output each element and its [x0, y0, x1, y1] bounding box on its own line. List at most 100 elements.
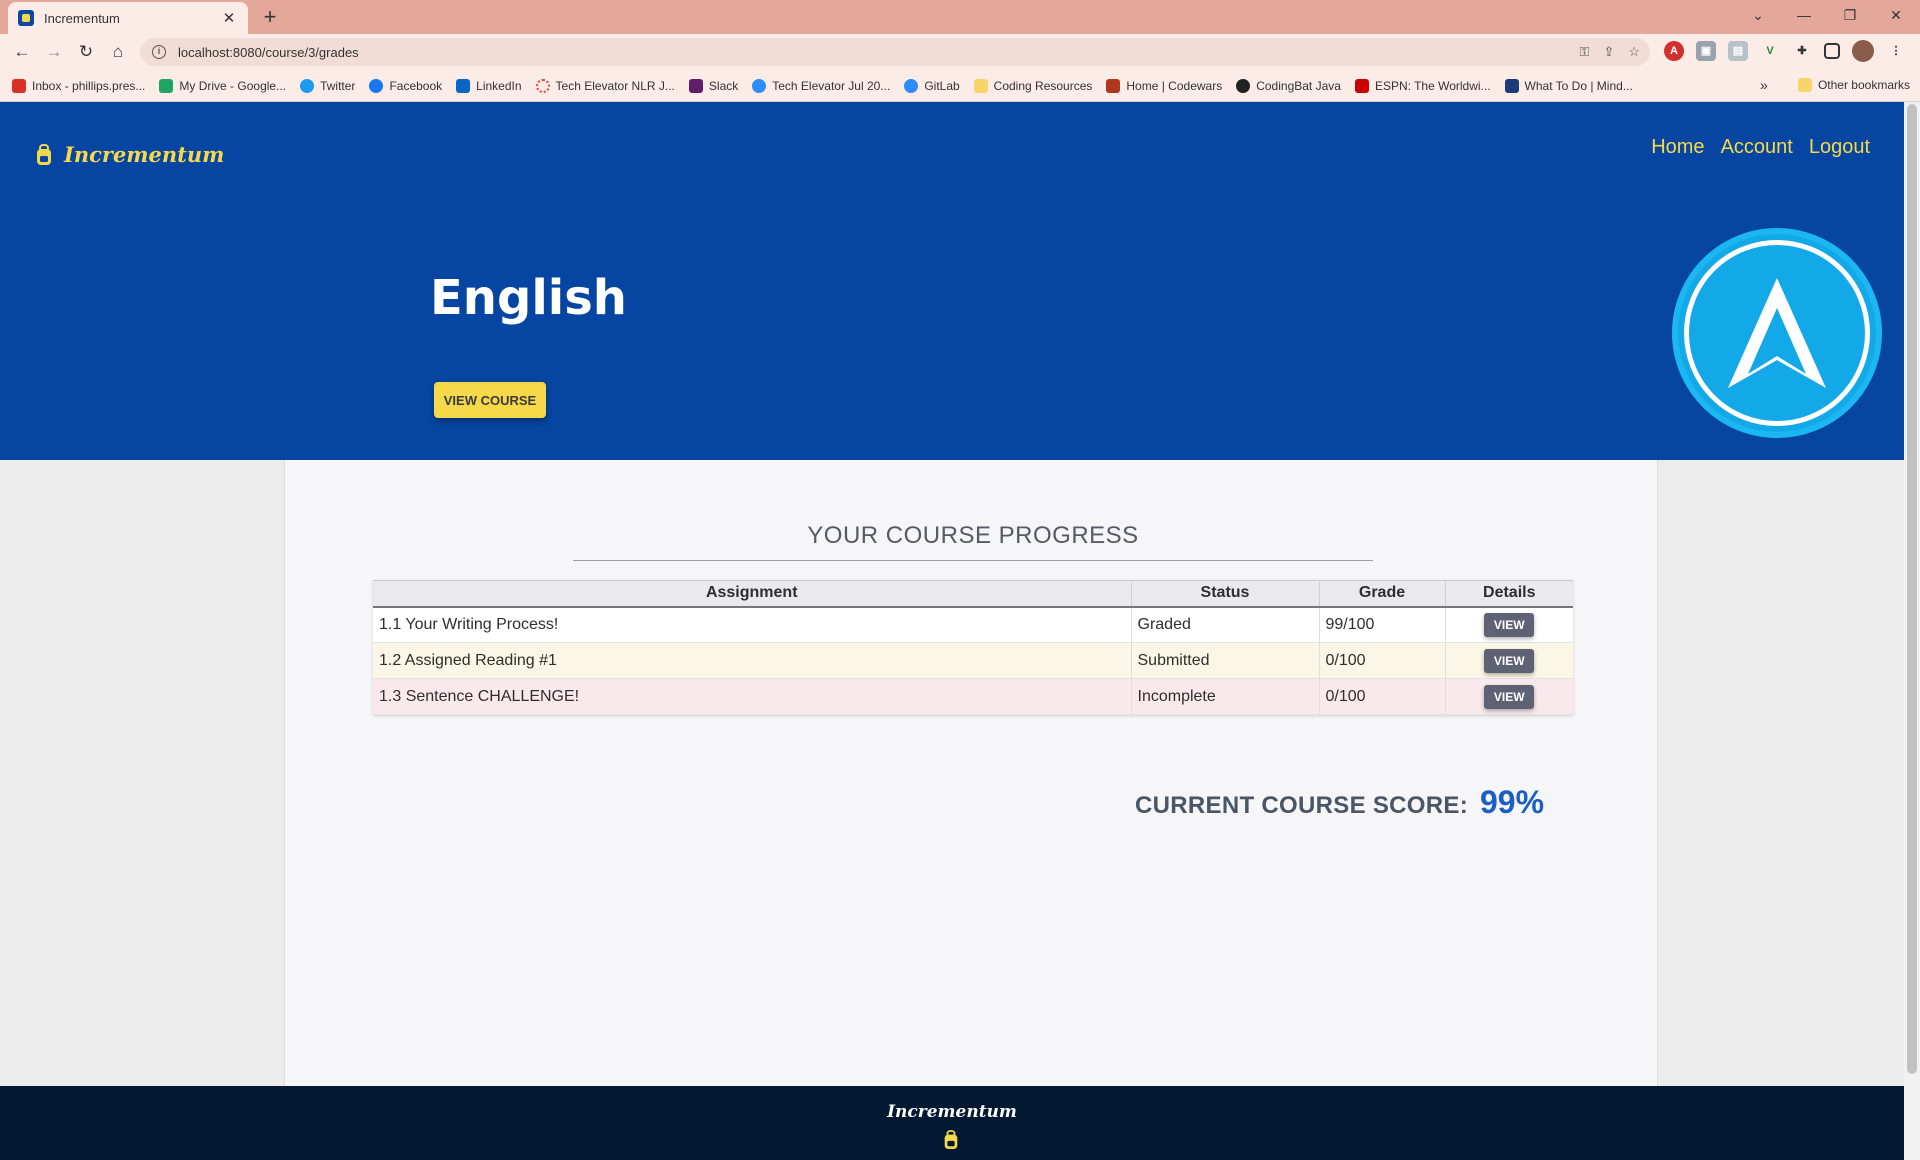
course-logo	[1672, 228, 1882, 438]
close-window-button[interactable]: ✕	[1874, 0, 1918, 30]
grade-cell: 0/100	[1319, 678, 1446, 715]
table-row: 1.1 Your Writing Process! Graded 99/100 …	[373, 606, 1573, 643]
divider	[573, 560, 1373, 561]
progress-title: YOUR COURSE PROGRESS	[807, 522, 1139, 549]
brand-name: Incrementum	[64, 142, 225, 167]
backpack-icon	[944, 1130, 958, 1149]
other-bookmarks[interactable]: Other bookmarks	[1797, 78, 1910, 92]
table-header-row: Assignment Status Grade Details	[373, 580, 1573, 608]
bookmark-item[interactable]: Facebook	[369, 78, 442, 93]
browser-tab[interactable]: Incrementum ✕	[8, 2, 248, 34]
progress-card: YOUR COURSE PROGRESS Assignment Status G…	[284, 460, 1658, 1090]
nav-home-link[interactable]: Home	[1651, 136, 1704, 159]
address-bar[interactable]: i localhost:8080/course/3/grades ⚿ ⇪ ☆	[140, 38, 1650, 66]
home-icon[interactable]: ⌂	[104, 38, 132, 66]
column-header-status: Status	[1131, 580, 1320, 608]
grade-cell: 99/100	[1319, 606, 1446, 643]
extension-icon[interactable]: ▤	[1728, 41, 1748, 61]
grade-cell: 0/100	[1319, 642, 1446, 679]
status-cell: Submitted	[1131, 642, 1320, 679]
details-cell: VIEW	[1445, 678, 1573, 715]
details-cell: VIEW	[1445, 642, 1573, 679]
assignment-cell: 1.2 Assigned Reading #1	[373, 642, 1132, 679]
scrollbar-thumb[interactable]	[1907, 104, 1917, 1074]
backpack-icon	[37, 143, 51, 165]
bookmark-item[interactable]: What To Do | Mind...	[1504, 78, 1633, 93]
gmail-icon	[12, 78, 26, 93]
view-assignment-button[interactable]: VIEW	[1484, 684, 1535, 709]
key-icon[interactable]: ⚿	[1580, 44, 1590, 60]
bookmark-item[interactable]: Twitter	[300, 78, 355, 93]
more-vertical-icon[interactable]: ⋮	[1886, 41, 1906, 61]
espn-icon	[1354, 78, 1369, 93]
close-tab-icon[interactable]: ✕	[220, 9, 238, 27]
bookmark-item[interactable]: Tech Elevator Jul 20...	[752, 78, 890, 93]
chevron-double-right-icon[interactable]: »	[1760, 77, 1768, 93]
minimize-button[interactable]: —	[1782, 0, 1826, 30]
status-cell: Graded	[1131, 606, 1320, 643]
nav-account-link[interactable]: Account	[1721, 136, 1793, 159]
bookmark-item[interactable]: CodingBat Java	[1236, 78, 1341, 93]
footer: Incrementum	[0, 1086, 1904, 1160]
course-title: English	[430, 270, 627, 326]
puzzle-icon[interactable]: ✚	[1792, 41, 1812, 61]
restore-button[interactable]: ❐	[1828, 0, 1872, 30]
forward-arrow-icon[interactable]: →	[40, 38, 68, 66]
back-arrow-icon[interactable]: ←	[8, 38, 36, 66]
tech-elevator-icon	[535, 78, 550, 93]
bookmark-item[interactable]: Coding Resources	[973, 78, 1092, 93]
vue-icon[interactable]: V	[1760, 41, 1780, 61]
nav-logout-link[interactable]: Logout	[1809, 136, 1870, 159]
sidepanel-icon[interactable]	[1824, 43, 1840, 59]
tech-elevator-icon	[752, 78, 767, 93]
bookmark-item[interactable]: Slack	[688, 78, 738, 93]
chevron-down-icon[interactable]: ⌄	[1736, 0, 1780, 30]
tab-title: Incrementum	[44, 10, 120, 26]
grades-table: Assignment Status Grade Details 1.1 Your…	[373, 580, 1573, 715]
view-assignment-button[interactable]: VIEW	[1484, 648, 1535, 673]
column-header-assignment: Assignment	[373, 580, 1132, 608]
codingbat-icon	[1236, 78, 1251, 93]
twitter-icon	[300, 78, 315, 93]
reload-icon[interactable]: ↻	[72, 38, 100, 66]
mindset-icon	[1504, 78, 1519, 93]
top-nav: Home Account Logout	[1651, 136, 1870, 159]
bookmark-item[interactable]: Home | Codewars	[1106, 78, 1222, 93]
gitlab-icon	[904, 78, 919, 93]
linkedin-icon	[456, 78, 471, 93]
star-icon[interactable]: ☆	[1628, 44, 1640, 60]
assignment-cell: 1.1 Your Writing Process!	[373, 606, 1132, 643]
avatar[interactable]	[1852, 40, 1874, 62]
bookmarks-bar: Inbox - phillips.pres... My Drive - Goog…	[0, 70, 1920, 102]
extension-icon[interactable]: ▣	[1696, 41, 1716, 61]
url-text[interactable]: localhost:8080/course/3/grades	[178, 45, 359, 60]
footer-brand: Incrementum	[887, 1102, 1017, 1122]
bookmark-item[interactable]: LinkedIn	[456, 78, 522, 93]
backpack-icon	[18, 10, 34, 26]
share-icon[interactable]: ⇪	[1603, 44, 1614, 60]
bookmark-item[interactable]: My Drive - Google...	[159, 78, 286, 93]
bookmark-item[interactable]: Tech Elevator NLR J...	[535, 78, 675, 93]
assignment-cell: 1.3 Sentence CHALLENGE!	[373, 678, 1132, 715]
bookmark-item[interactable]: GitLab	[904, 78, 960, 93]
table-row: 1.3 Sentence CHALLENGE! Incomplete 0/100…	[373, 678, 1573, 715]
page: Incrementum Home Account Logout English …	[0, 102, 1904, 1160]
slack-icon	[688, 78, 703, 93]
codewars-icon	[1106, 78, 1121, 93]
new-tab-button[interactable]: +	[256, 4, 284, 32]
bookmark-item[interactable]: ESPN: The Worldwi...	[1354, 78, 1491, 93]
column-header-grade: Grade	[1319, 580, 1446, 608]
arrow-up-icon	[1728, 278, 1826, 388]
view-course-button[interactable]: VIEW COURSE	[434, 382, 546, 418]
status-cell: Incomplete	[1131, 678, 1320, 715]
folder-icon	[1797, 78, 1812, 92]
adblock-icon[interactable]: A	[1664, 41, 1684, 61]
hero-banner: Incrementum Home Account Logout English …	[0, 102, 1904, 460]
browser-toolbar: ← → ↻ ⌂ i localhost:8080/course/3/grades…	[0, 34, 1920, 70]
table-row: 1.2 Assigned Reading #1 Submitted 0/100 …	[373, 642, 1573, 679]
info-icon[interactable]: i	[152, 45, 166, 59]
brand-link[interactable]: Incrementum	[34, 142, 224, 167]
scrollbar[interactable]	[1904, 102, 1920, 1160]
view-assignment-button[interactable]: VIEW	[1484, 612, 1535, 637]
bookmark-item[interactable]: Inbox - phillips.pres...	[12, 78, 145, 93]
